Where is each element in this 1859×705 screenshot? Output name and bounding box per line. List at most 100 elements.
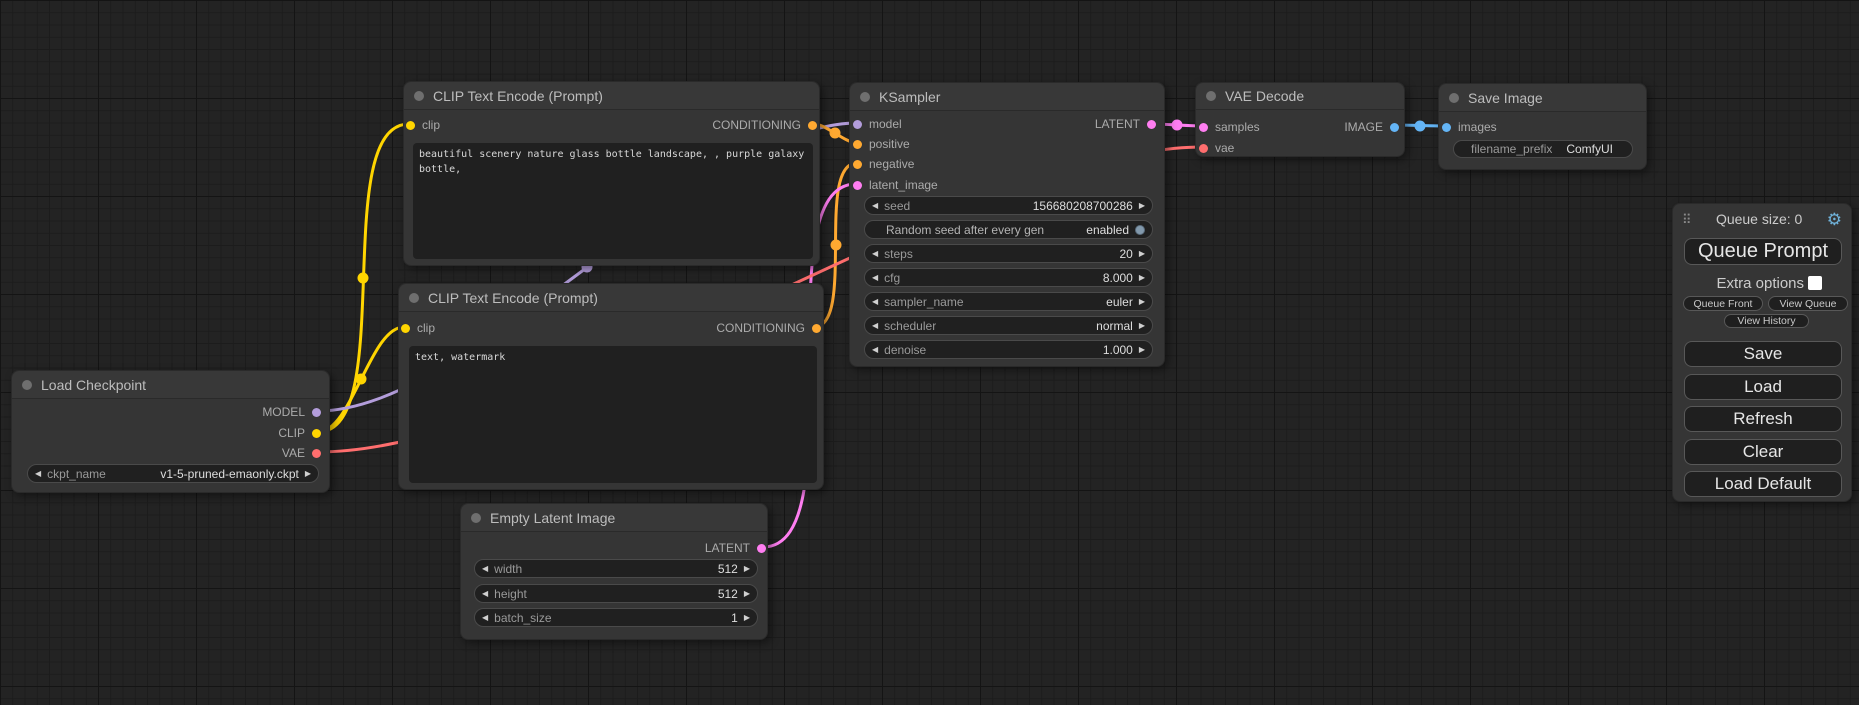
node-clip-text-encode-positive[interactable]: CLIP Text Encode (Prompt) clip CONDITION…	[403, 81, 820, 266]
decrement-arrow-icon[interactable]: ◀	[872, 298, 878, 306]
toggle-dot[interactable]	[1135, 225, 1145, 235]
node-header[interactable]: KSampler	[850, 83, 1164, 111]
cfg-widget[interactable]: ◀ cfg 8.000 ▶	[864, 268, 1153, 287]
node-clip-text-encode-negative[interactable]: CLIP Text Encode (Prompt) clip CONDITION…	[398, 283, 824, 490]
decrement-arrow-icon[interactable]: ◀	[35, 470, 41, 478]
queue-front-button[interactable]: Queue Front	[1683, 296, 1763, 311]
queue-panel[interactable]: ⠿ Queue size: 0 ⚙ Queue Prompt Extra opt…	[1672, 203, 1852, 502]
filename-prefix-widget[interactable]: filename_prefix ComfyUI	[1453, 140, 1633, 158]
conditioning-slot-dot[interactable]	[808, 121, 817, 130]
save-button[interactable]: Save	[1684, 341, 1842, 367]
comfyui-canvas[interactable]: { "colors": { "clip": "#FFD500", "model"…	[0, 0, 1859, 705]
node-header[interactable]: Load Checkpoint	[12, 371, 329, 399]
output-slot-conditioning[interactable]: CONDITIONING	[712, 115, 817, 135]
output-slot-model[interactable]: MODEL	[262, 402, 321, 422]
image-slot-dot[interactable]	[1390, 123, 1399, 132]
view-history-button[interactable]: View History	[1724, 314, 1809, 328]
node-empty-latent-image[interactable]: Empty Latent Image LATENT ◀ width 512 ▶ …	[460, 503, 768, 640]
sampler-name-widget[interactable]: ◀ sampler_name euler ▶	[864, 292, 1153, 311]
output-slot-conditioning[interactable]: CONDITIONING	[716, 318, 821, 338]
node-header[interactable]: VAE Decode	[1196, 83, 1404, 110]
load-button[interactable]: Load	[1684, 374, 1842, 400]
increment-arrow-icon[interactable]: ▶	[744, 565, 750, 573]
decrement-arrow-icon[interactable]: ◀	[872, 274, 878, 282]
view-queue-button[interactable]: View Queue	[1768, 296, 1848, 311]
input-slot-samples[interactable]: samples	[1199, 117, 1260, 137]
clip-slot-dot[interactable]	[406, 121, 415, 130]
increment-arrow-icon[interactable]: ▶	[744, 614, 750, 622]
input-slot-images[interactable]: images	[1442, 117, 1497, 137]
drag-handle-icon[interactable]: ⠿	[1682, 213, 1692, 226]
vae-slot-dot[interactable]	[312, 449, 321, 458]
node-header[interactable]: CLIP Text Encode (Prompt)	[399, 284, 823, 312]
queue-prompt-button[interactable]: Queue Prompt	[1684, 238, 1842, 265]
extra-options-checkbox[interactable]	[1808, 276, 1822, 290]
clip-slot-dot[interactable]	[401, 324, 410, 333]
refresh-button[interactable]: Refresh	[1684, 406, 1842, 432]
conditioning-slot-dot[interactable]	[853, 160, 862, 169]
model-slot-dot[interactable]	[312, 408, 321, 417]
increment-arrow-icon[interactable]: ▶	[1139, 202, 1145, 210]
ckpt-name-widget[interactable]: ◀ ckpt_name v1-5-pruned-emaonly.ckpt ▶	[27, 464, 319, 483]
width-widget[interactable]: ◀ width 512 ▶	[474, 559, 758, 578]
input-slot-positive[interactable]: positive	[853, 134, 910, 154]
node-header[interactable]: Empty Latent Image	[461, 504, 767, 532]
node-header[interactable]: CLIP Text Encode (Prompt)	[404, 82, 819, 110]
settings-gear-icon[interactable]: ⚙	[1827, 211, 1842, 228]
collapse-dot-icon[interactable]	[409, 293, 419, 303]
vae-slot-dot[interactable]	[1199, 144, 1208, 153]
decrement-arrow-icon[interactable]: ◀	[482, 565, 488, 573]
input-slot-model[interactable]: model	[853, 114, 902, 134]
image-slot-dot[interactable]	[1442, 123, 1451, 132]
seed-widget[interactable]: ◀ seed 156680208700286 ▶	[864, 196, 1153, 215]
node-header[interactable]: Save Image	[1439, 84, 1646, 112]
decrement-arrow-icon[interactable]: ◀	[482, 614, 488, 622]
latent-slot-dot[interactable]	[757, 544, 766, 553]
prompt-textarea[interactable]: beautiful scenery nature glass bottle la…	[413, 143, 813, 259]
node-ksampler[interactable]: KSampler model positive negative latent_…	[849, 82, 1165, 367]
increment-arrow-icon[interactable]: ▶	[1139, 274, 1145, 282]
batch-size-widget[interactable]: ◀ batch_size 1 ▶	[474, 608, 758, 627]
decrement-arrow-icon[interactable]: ◀	[872, 202, 878, 210]
increment-arrow-icon[interactable]: ▶	[1139, 322, 1145, 330]
latent-slot-dot[interactable]	[1147, 120, 1156, 129]
input-slot-clip[interactable]: clip	[401, 318, 435, 338]
increment-arrow-icon[interactable]: ▶	[1139, 250, 1145, 258]
input-slot-vae[interactable]: vae	[1199, 138, 1234, 158]
input-slot-clip[interactable]: clip	[406, 115, 440, 135]
random-seed-toggle-widget[interactable]: Random seed after every gen enabled	[864, 220, 1153, 239]
output-slot-latent[interactable]: LATENT	[705, 538, 766, 558]
output-slot-clip[interactable]: CLIP	[278, 423, 321, 443]
increment-arrow-icon[interactable]: ▶	[1139, 346, 1145, 354]
output-slot-vae[interactable]: VAE	[282, 443, 321, 463]
output-slot-image[interactable]: IMAGE	[1344, 117, 1399, 137]
input-slot-negative[interactable]: negative	[853, 154, 914, 174]
collapse-dot-icon[interactable]	[22, 380, 32, 390]
decrement-arrow-icon[interactable]: ◀	[482, 590, 488, 598]
latent-slot-dot[interactable]	[1199, 123, 1208, 132]
prompt-textarea[interactable]: text, watermark	[409, 346, 817, 483]
increment-arrow-icon[interactable]: ▶	[305, 470, 311, 478]
collapse-dot-icon[interactable]	[471, 513, 481, 523]
load-default-button[interactable]: Load Default	[1684, 471, 1842, 497]
collapse-dot-icon[interactable]	[414, 91, 424, 101]
decrement-arrow-icon[interactable]: ◀	[872, 322, 878, 330]
collapse-dot-icon[interactable]	[1206, 91, 1216, 101]
conditioning-slot-dot[interactable]	[812, 324, 821, 333]
node-load-checkpoint[interactable]: Load Checkpoint MODEL CLIP VAE ◀ ckpt_na…	[11, 370, 330, 493]
latent-slot-dot[interactable]	[853, 181, 862, 190]
increment-arrow-icon[interactable]: ▶	[1139, 298, 1145, 306]
increment-arrow-icon[interactable]: ▶	[744, 590, 750, 598]
clear-button[interactable]: Clear	[1684, 439, 1842, 465]
clip-slot-dot[interactable]	[312, 429, 321, 438]
conditioning-slot-dot[interactable]	[853, 140, 862, 149]
collapse-dot-icon[interactable]	[860, 92, 870, 102]
height-widget[interactable]: ◀ height 512 ▶	[474, 584, 758, 603]
decrement-arrow-icon[interactable]: ◀	[872, 346, 878, 354]
node-vae-decode[interactable]: VAE Decode samples vae IMAGE	[1195, 82, 1405, 157]
model-slot-dot[interactable]	[853, 120, 862, 129]
output-slot-latent[interactable]: LATENT	[1095, 114, 1156, 134]
steps-widget[interactable]: ◀ steps 20 ▶	[864, 244, 1153, 263]
node-save-image[interactable]: Save Image images filename_prefix ComfyU…	[1438, 83, 1647, 170]
input-slot-latent-image[interactable]: latent_image	[853, 175, 938, 195]
